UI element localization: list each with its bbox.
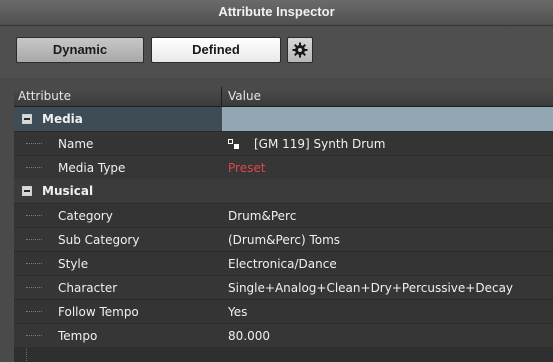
attribute-label: Name [58,137,94,151]
table-row[interactable]: Tempo 80.000 [14,323,553,347]
column-header-attribute[interactable]: Attribute [14,87,222,106]
window-title: Attribute Inspector [218,4,335,19]
tree-connector [26,239,42,241]
group-value-cell [222,107,553,131]
attribute-label: Tempo [58,329,98,343]
settings-button[interactable] [287,37,313,63]
group-label: Media [42,112,83,126]
dynamic-button[interactable]: Dynamic [16,37,144,63]
attribute-label: Sub Category [58,233,140,247]
attribute-value[interactable]: Preset [222,156,553,180]
group-row-media[interactable]: Media [14,107,553,131]
attribute-value[interactable]: 80.000 [222,324,553,348]
group-row-musical[interactable]: Musical [14,179,553,203]
attribute-value[interactable]: (Drum&Perc) Toms [222,228,553,252]
table-row[interactable]: Sub Category (Drum&Perc) Toms [14,227,553,251]
group-value-cell [222,179,553,203]
toolbar: Dynamic Defined [0,26,553,78]
tree-connector [26,167,42,169]
attribute-value[interactable]: Drum&Perc [222,204,553,228]
tree-connector [26,287,42,289]
column-header-value[interactable]: Value [222,87,553,106]
media-icon [228,139,240,149]
attribute-label: Follow Tempo [58,305,139,319]
attribute-table: Attribute Value Media Name [GM 119] Synt… [14,87,553,362]
title-bar: Attribute Inspector [0,0,553,26]
group-label: Musical [42,184,94,198]
table-row[interactable]: Style Electronica/Dance [14,251,553,275]
table-header: Attribute Value [14,87,553,107]
gear-icon [292,42,308,58]
attribute-label: Character [58,281,118,295]
tree-connector [26,335,42,337]
tree-connector [26,215,42,217]
attribute-label: Category [58,209,113,223]
table-row[interactable]: Follow Tempo Yes [14,299,553,323]
attribute-value[interactable]: Single+Analog+Clean+Dry+Percussive+Decay [222,276,553,300]
value-text: [GM 119] Synth Drum [254,137,386,151]
attribute-value[interactable]: Electronica/Dance [222,252,553,276]
attribute-label: Style [58,257,89,271]
attribute-label: Media Type [58,161,126,175]
defined-button[interactable]: Defined [151,37,281,63]
tree-connector [26,311,42,313]
table-row[interactable]: Name [GM 119] Synth Drum [14,131,553,155]
tree-connector [26,263,42,265]
attribute-value[interactable]: [GM 119] Synth Drum [222,132,553,156]
collapse-icon[interactable] [22,186,32,196]
attribute-value[interactable]: Yes [222,300,553,324]
collapse-icon[interactable] [22,114,32,124]
tree-connector [26,143,42,145]
table-row[interactable]: Media Type Preset [14,155,553,179]
table-row[interactable]: Category Drum&Perc [14,203,553,227]
table-row[interactable]: Character Single+Analog+Clean+Dry+Percus… [14,275,553,299]
